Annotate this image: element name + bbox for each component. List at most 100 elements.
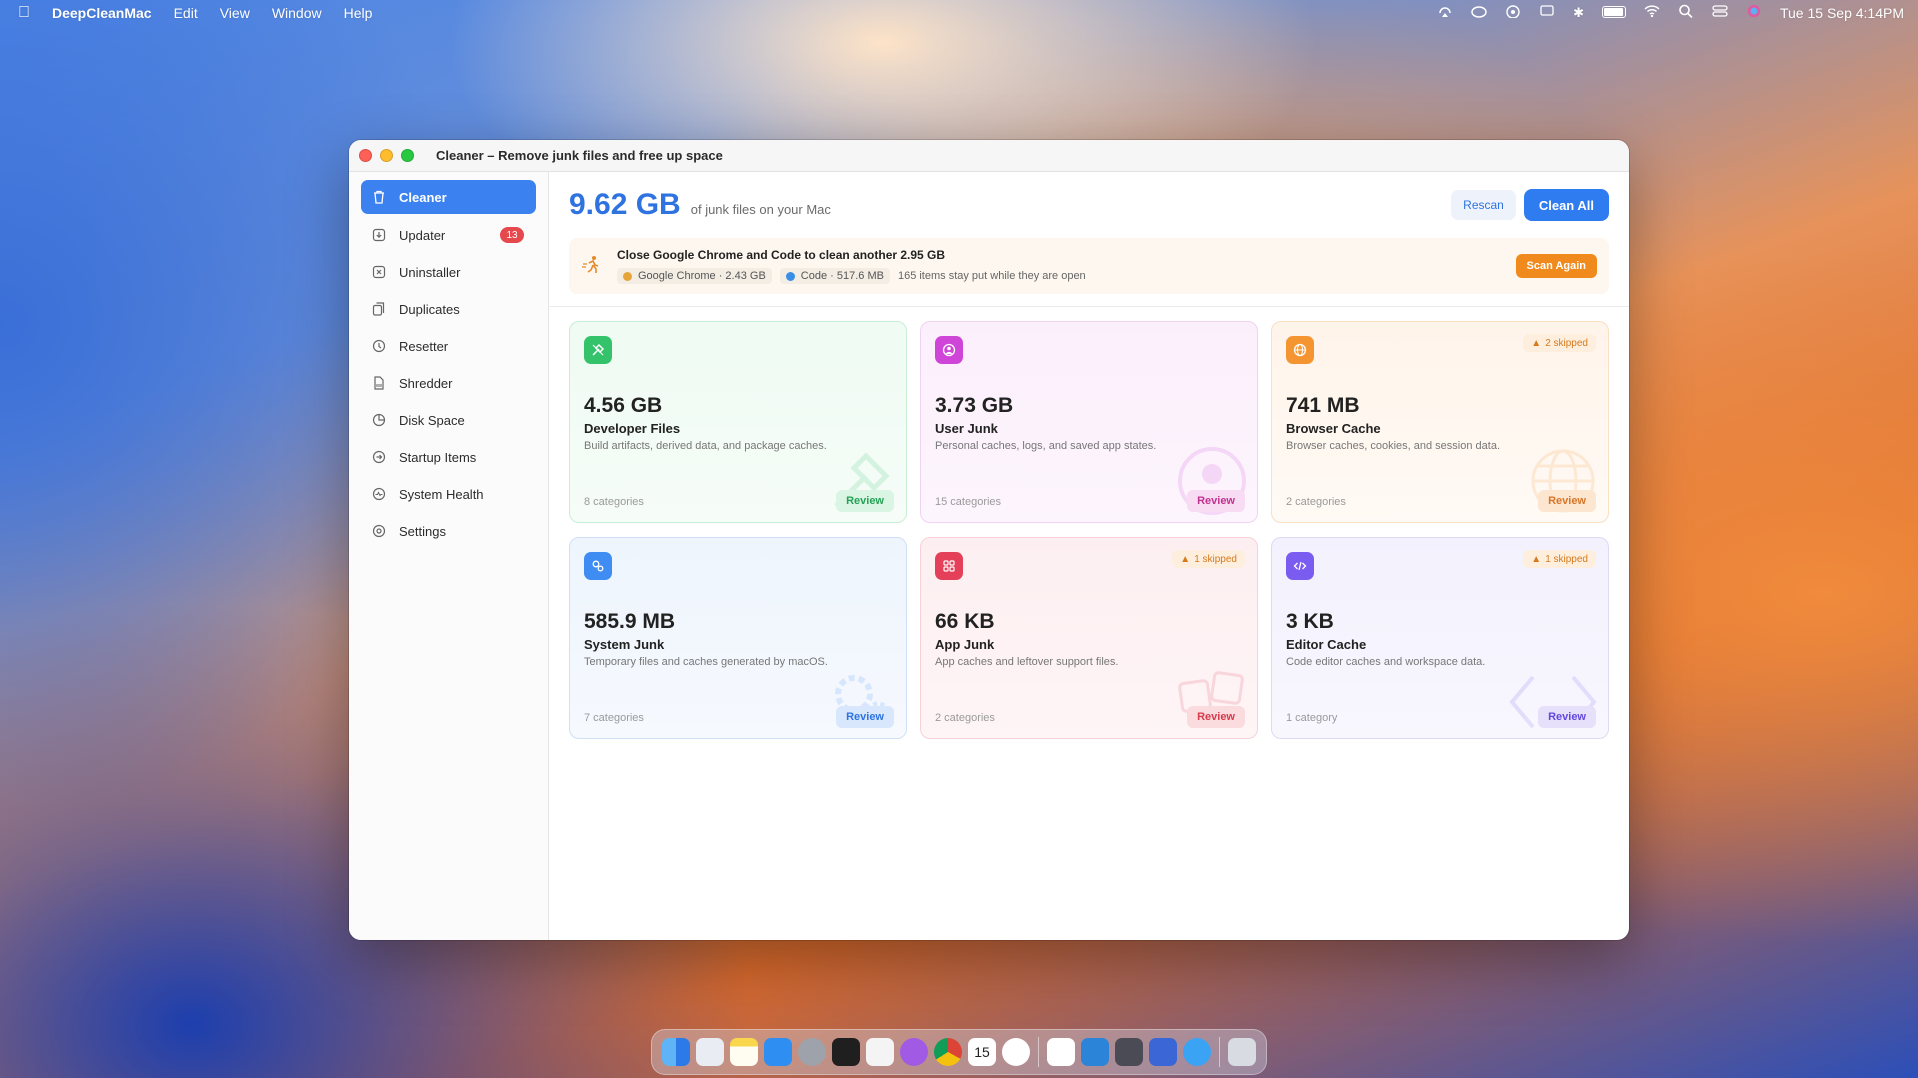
sidebar-item-updater[interactable]: Updater 13: [361, 218, 536, 252]
finder-icon[interactable]: [662, 1038, 690, 1066]
category-card-editor-cache[interactable]: ▲ 1 skipped 3 KB Editor Cache Code edito…: [1271, 537, 1609, 739]
menu-view[interactable]: View: [220, 5, 250, 21]
calendar-icon[interactable]: 15: [968, 1038, 996, 1066]
notes-icon[interactable]: [730, 1038, 758, 1066]
category-count: 15 categories: [935, 496, 1002, 508]
podcasts-icon[interactable]: [900, 1038, 928, 1066]
notice-title: Close Google Chrome and Code to clean an…: [617, 248, 946, 262]
calendar-day: 15: [974, 1044, 990, 1060]
airdrop-icon[interactable]: [1505, 4, 1521, 21]
globe-icon: [1286, 336, 1314, 364]
vscode-icon: [785, 271, 795, 281]
sidebar-item-cleaner[interactable]: Cleaner: [361, 180, 536, 214]
skipped-badge: ▲ 2 skipped: [1523, 334, 1596, 352]
bluetooth-icon[interactable]: ✱: [1573, 5, 1584, 21]
rescan-button[interactable]: Rescan: [1451, 190, 1516, 220]
battery-icon[interactable]: [1601, 5, 1626, 21]
airplay-audio-icon[interactable]: [1437, 4, 1453, 21]
warning-icon: ▲: [1531, 337, 1542, 349]
menubar-clock[interactable]: Tue 15 Sep 4:14PM: [1780, 5, 1904, 21]
alfred-icon[interactable]: [1115, 1038, 1143, 1066]
skipped-badge: ▲ 1 skipped: [1523, 550, 1596, 568]
category-card-app-junk[interactable]: ▲ 1 skipped 66 KB App Junk App caches an…: [920, 537, 1258, 739]
scan-again-button[interactable]: Scan Again: [1515, 254, 1597, 278]
update-icon: [371, 227, 387, 243]
deepcleanmac-icon[interactable]: [1149, 1038, 1177, 1066]
apple-icon[interactable]: : [18, 4, 30, 22]
spotlight-search-icon[interactable]: [1678, 4, 1694, 21]
summary-header: 9.62 GB of junk files on your Mac Rescan…: [569, 172, 1609, 238]
category-name: Developer Files: [584, 421, 681, 436]
sidebar-item-settings[interactable]: Settings: [361, 514, 536, 548]
control-center-icon[interactable]: [1712, 4, 1728, 21]
warning-icon: ▲: [1180, 553, 1191, 565]
menu-edit[interactable]: Edit: [174, 5, 198, 21]
vscode-icon[interactable]: [1081, 1038, 1109, 1066]
chip-label: Google Chrome · 2.43 GB: [638, 270, 766, 282]
creative-cloud-icon[interactable]: [1471, 4, 1487, 21]
app-menu[interactable]: DeepCleanMac: [52, 5, 152, 21]
notice-note: 165 items stay put while they are open: [897, 270, 1086, 282]
display-icon[interactable]: [1539, 4, 1555, 21]
minimize-button[interactable]: [380, 149, 393, 162]
sidebar-item-disk-space[interactable]: Disk Space: [361, 403, 536, 437]
menu-bar:  DeepCleanMac Edit View Window Help ✱: [0, 0, 1918, 25]
sidebar-item-uninstaller[interactable]: Uninstaller: [361, 255, 536, 289]
category-name: User Junk: [935, 421, 998, 436]
sidebar-item-resetter[interactable]: Resetter: [361, 329, 536, 363]
sidebar-item-duplicates[interactable]: Duplicates: [361, 292, 536, 326]
tools-icon: [584, 336, 612, 364]
system-settings-icon[interactable]: [798, 1038, 826, 1066]
review-button[interactable]: Review: [1538, 706, 1596, 728]
sidebar-item-system-health[interactable]: System Health: [361, 477, 536, 511]
sidebar-item-label: Disk Space: [399, 412, 465, 428]
health-icon: [371, 486, 387, 502]
category-name: Editor Cache: [1286, 637, 1367, 652]
menu-window[interactable]: Window: [272, 5, 322, 21]
category-count: 8 categories: [584, 496, 644, 508]
app-store-icon[interactable]: [764, 1038, 792, 1066]
cleaner-window: Cleaner – Remove junk files and free up …: [349, 140, 1629, 940]
launchpad-icon[interactable]: [696, 1038, 724, 1066]
sidebar-item-label: Startup Items: [399, 449, 477, 465]
reminders-icon[interactable]: [866, 1038, 894, 1066]
window-title: Cleaner – Remove junk files and free up …: [436, 148, 723, 163]
review-button[interactable]: Review: [1187, 706, 1245, 728]
updates-count-badge: 13: [500, 227, 524, 243]
chrome-icon: [623, 271, 632, 281]
category-card-system-junk[interactable]: 585.9 MB System Junk Temporary files and…: [569, 537, 907, 739]
category-size: 3 KB: [1286, 610, 1334, 633]
gear-icon: [371, 523, 387, 539]
sidebar-item-startup-items[interactable]: Startup Items: [361, 440, 536, 474]
terminal-icon[interactable]: [832, 1038, 860, 1066]
menu-help[interactable]: Help: [344, 5, 373, 21]
clock-icon[interactable]: [1002, 1038, 1030, 1066]
review-button[interactable]: Review: [1187, 490, 1245, 512]
review-button[interactable]: Review: [836, 706, 894, 728]
junk-total: 9.62 GB of junk files on your Mac: [569, 188, 831, 222]
category-card-browser-cache[interactable]: ▲ 2 skipped 741 MB Browser Cache Browser…: [1271, 321, 1609, 523]
sidebar-item-label: Updater: [399, 227, 446, 243]
category-card-developer-files[interactable]: 4.56 GB Developer Files Build artifacts,…: [569, 321, 907, 523]
category-description: Code editor caches and workspace data.: [1286, 656, 1486, 668]
slack-icon[interactable]: [1047, 1038, 1075, 1066]
wifi-icon[interactable]: [1644, 4, 1660, 21]
category-size: 66 KB: [935, 610, 995, 633]
header-actions: Rescan Clean All: [1451, 189, 1609, 221]
review-button[interactable]: Review: [1538, 490, 1596, 512]
notice-text: Close Google Chrome and Code to clean an…: [617, 248, 1086, 284]
siri-icon[interactable]: [1746, 4, 1762, 21]
code-chip: Code · 517.6 MB: [779, 268, 890, 284]
category-name: App Junk: [935, 637, 995, 652]
category-card-user-junk[interactable]: 3.73 GB User Junk Personal caches, logs,…: [920, 321, 1258, 523]
close-button[interactable]: [359, 149, 372, 162]
skipped-badge: ▲ 1 skipped: [1172, 550, 1245, 568]
trash-icon[interactable]: [1228, 1038, 1256, 1066]
zoom-button[interactable]: [401, 149, 414, 162]
category-count: 2 categories: [1286, 496, 1346, 508]
clean-all-button[interactable]: Clean All: [1523, 189, 1609, 221]
chrome-icon[interactable]: [934, 1038, 962, 1066]
sidebar-item-shredder[interactable]: Shredder: [361, 366, 536, 400]
review-button[interactable]: Review: [836, 490, 894, 512]
safari-icon[interactable]: [1183, 1038, 1211, 1066]
